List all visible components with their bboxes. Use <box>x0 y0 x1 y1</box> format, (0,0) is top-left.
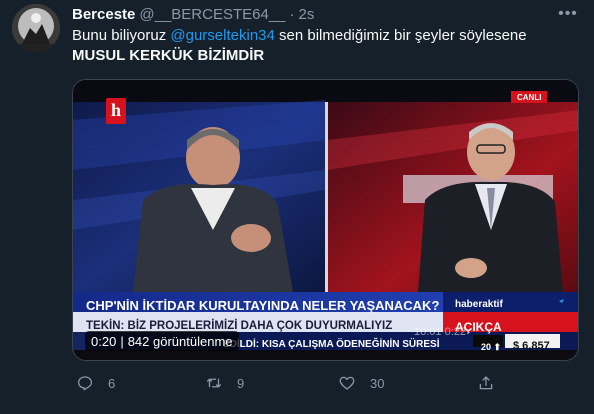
tweet-text-intro: Bunu biliyoruz <box>72 27 171 44</box>
tweet-text-bold: MUSUL KERKÜK BİZİMDİR <box>72 47 265 64</box>
more-options-button[interactable]: ••• <box>556 4 580 24</box>
share-button[interactable] <box>477 373 495 393</box>
broadcast-ticker: EDİLDİ: KISA ÇALIŞMA ÖDENEĞİNİN SÜRESİ <box>223 339 440 350</box>
retweet-icon <box>206 378 222 388</box>
avatar[interactable] <box>12 4 60 52</box>
broadcast-brand: haberaktif <box>455 299 503 310</box>
tweet-time[interactable]: 2s <box>299 6 315 23</box>
share-icon <box>479 376 493 390</box>
mention-link[interactable]: @gurseltekin34 <box>170 27 274 44</box>
video-views: 842 görüntülenme <box>127 333 233 349</box>
tweet[interactable]: Berceste @__BERCESTE64__ · 2s ••• Bunu b… <box>0 0 594 414</box>
live-badge: CANLI <box>517 93 542 102</box>
reply-button[interactable]: 6 <box>76 373 115 393</box>
tweet-header: Berceste @__BERCESTE64__ · 2s <box>72 4 314 24</box>
tweet-text-body: sen bilmediğimiz bir şeyler söylesene <box>274 27 527 44</box>
reply-count: 6 <box>108 375 116 391</box>
tweet-actions: 6 9 30 <box>72 373 502 393</box>
video-meta-badge: 0:20 | 842 görüntülenme <box>85 331 239 351</box>
video-time: 0:20 <box>91 333 117 349</box>
svg-text:h: h <box>111 100 121 120</box>
broadcast-headline: CHP'NİN İKTİDAR KURULTAYINDA NELER YAŞAN… <box>86 298 440 313</box>
author-handle[interactable]: @__BERCESTE64__ <box>139 6 285 23</box>
reply-icon <box>77 376 93 391</box>
more-icon: ••• <box>558 5 578 22</box>
video-frame: h <box>73 80 578 350</box>
broadcast-clock: 10:01 0:22 <box>414 326 466 338</box>
retweet-count: 9 <box>237 375 245 391</box>
retweet-button[interactable]: 9 <box>205 373 244 393</box>
like-count: 30 <box>370 375 385 391</box>
video-player[interactable]: h CANLI CHP'NİN İKTİDAR KURULTAYINDA NEL… <box>72 79 579 361</box>
tweet-text: Bunu biliyoruz @gurseltekin34 sen bilmed… <box>72 26 582 66</box>
like-button[interactable]: 30 <box>338 373 384 393</box>
market-value: $ 6,857 <box>513 340 550 352</box>
heart-icon <box>339 376 355 390</box>
author-name[interactable]: Berceste <box>72 6 135 23</box>
video-meta-separator: | <box>120 333 124 349</box>
separator-dot: · <box>289 5 295 23</box>
market-label: 20 ⬆ <box>481 342 502 352</box>
avatar-photo <box>12 4 60 52</box>
